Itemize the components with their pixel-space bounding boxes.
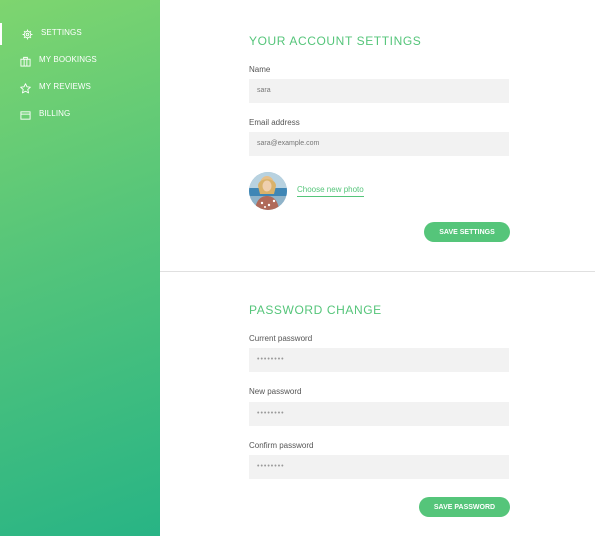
save-settings-button[interactable]: SAVE SETTINGS xyxy=(424,222,510,242)
sidebar-item-my-reviews[interactable]: MY REVIEWS xyxy=(0,77,160,99)
sidebar: SETTINGS MY BOOKINGS MY REVIEWS BILLING xyxy=(0,0,160,536)
save-password-button[interactable]: SAVE PASSWORD xyxy=(419,497,510,517)
email-field[interactable]: sara@example.com xyxy=(249,132,509,156)
sidebar-item-my-bookings[interactable]: MY BOOKINGS xyxy=(0,50,160,72)
gear-icon xyxy=(21,28,33,40)
confirm-password-label: Confirm password xyxy=(249,441,314,450)
sidebar-item-label: SETTINGS xyxy=(41,28,82,37)
sidebar-item-label: MY BOOKINGS xyxy=(39,55,97,64)
current-password-field[interactable]: •••••••• xyxy=(249,348,509,372)
main-content: YOUR ACCOUNT SETTINGS Name sara Email ad… xyxy=(160,0,595,536)
current-password-label: Current password xyxy=(249,334,313,343)
sidebar-item-label: BILLING xyxy=(39,109,71,118)
new-password-field[interactable]: •••••••• xyxy=(249,402,509,426)
confirm-password-field[interactable]: •••••••• xyxy=(249,455,509,479)
sidebar-item-settings[interactable]: SETTINGS xyxy=(0,23,162,45)
new-password-label: New password xyxy=(249,387,302,396)
briefcase-icon xyxy=(19,55,31,67)
section-divider xyxy=(160,271,595,272)
choose-photo-link[interactable]: Choose new photo xyxy=(297,185,364,197)
name-label: Name xyxy=(249,65,271,74)
sidebar-item-billing[interactable]: BILLING xyxy=(0,104,160,126)
password-change-title: PASSWORD CHANGE xyxy=(249,303,382,317)
sidebar-item-label: MY REVIEWS xyxy=(39,82,91,91)
name-field[interactable]: sara xyxy=(249,79,509,103)
account-settings-title: YOUR ACCOUNT SETTINGS xyxy=(249,34,422,48)
email-label: Email address xyxy=(249,118,300,127)
star-icon xyxy=(19,82,31,94)
credit-card-icon xyxy=(19,109,31,121)
avatar xyxy=(249,172,287,210)
